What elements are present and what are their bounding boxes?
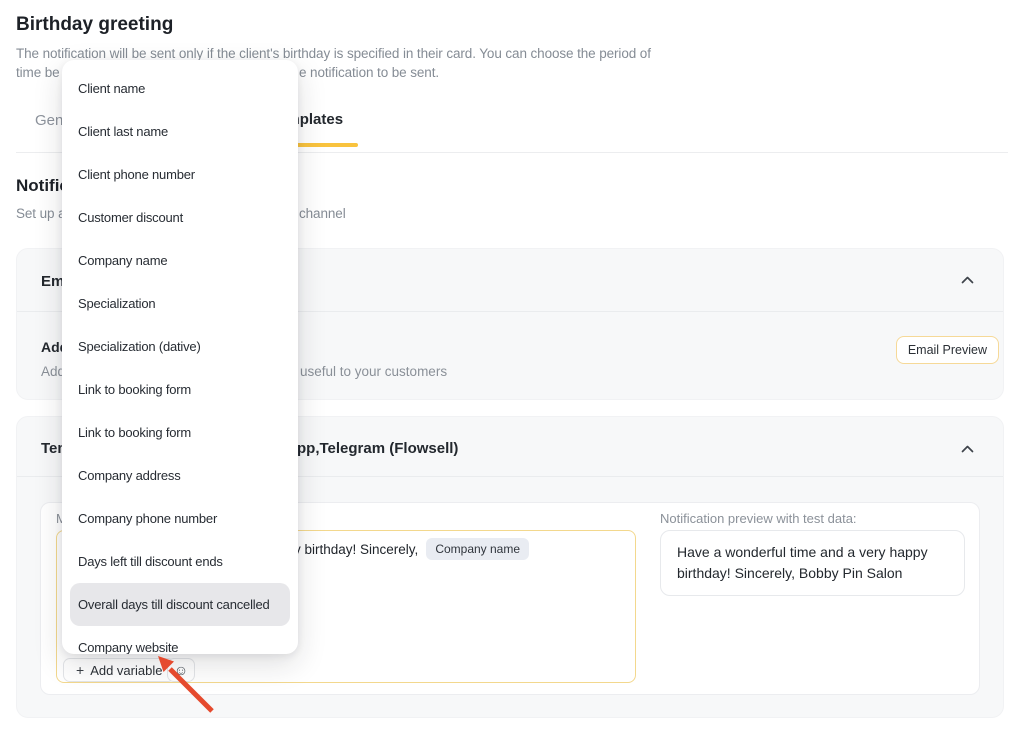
emoji-picker-button[interactable]: ☺ — [167, 658, 195, 682]
dropdown-item[interactable]: Specialization — [62, 282, 298, 325]
dropdown-item[interactable]: Client name — [62, 67, 298, 110]
dropdown-item[interactable]: Customer discount — [62, 196, 298, 239]
variables-dropdown-list: Client nameClient last nameClient phone … — [62, 67, 298, 654]
dropdown-item[interactable]: Days left till discount ends — [62, 540, 298, 583]
dropdown-item[interactable]: Client last name — [62, 110, 298, 153]
dropdown-item[interactable]: Company name — [62, 239, 298, 282]
page-subtitle-line1: The notification will be sent only if th… — [16, 46, 651, 61]
preview-label: Notification preview with test data: — [660, 511, 857, 526]
email-preview-button[interactable]: Email Preview — [896, 336, 999, 364]
editor-text-fragment: y birthday! Sincerely, — [294, 542, 418, 557]
dropdown-item[interactable]: Client phone number — [62, 153, 298, 196]
page-title: Birthday greeting — [16, 14, 173, 36]
dropdown-item[interactable]: Specialization (dative) — [62, 325, 298, 368]
chevron-up-icon[interactable] — [961, 276, 974, 284]
dropdown-item[interactable]: Link to booking form — [62, 368, 298, 411]
page-subtitle-line2-right: e notification to be sent. — [299, 65, 439, 80]
variables-dropdown: Client nameClient last nameClient phone … — [62, 60, 298, 654]
dropdown-item[interactable]: Link to booking form — [62, 411, 298, 454]
add-variable-label: Add variable — [90, 663, 162, 678]
notification-preview-box: Have a wonderful time and a very happy b… — [660, 530, 965, 596]
dropdown-item[interactable]: Company website — [62, 626, 298, 654]
notification-preview-text: Have a wonderful time and a very happy b… — [677, 542, 948, 584]
company-name-variable-chip[interactable]: Company name — [426, 538, 529, 560]
editor-content-row: y birthday! Sincerely, Company name — [294, 538, 529, 560]
add-variable-button[interactable]: + Add variable — [63, 658, 175, 682]
plus-icon: + — [76, 662, 84, 678]
dropdown-item[interactable]: Overall days till discount cancelled — [70, 583, 290, 626]
chevron-up-icon[interactable] — [961, 445, 974, 453]
section-subtitle-right: channel — [299, 206, 346, 221]
email-row-desc-right: useful to your customers — [300, 364, 447, 379]
template-card-title-right: pp,Telegram (Flowsell) — [297, 440, 458, 457]
dropdown-item[interactable]: Company address — [62, 454, 298, 497]
smiley-icon: ☺ — [174, 662, 188, 678]
page-subtitle-line2-left: time be — [16, 65, 60, 80]
section-subtitle-left: Set up a — [16, 206, 66, 221]
dropdown-item[interactable]: Company phone number — [62, 497, 298, 540]
